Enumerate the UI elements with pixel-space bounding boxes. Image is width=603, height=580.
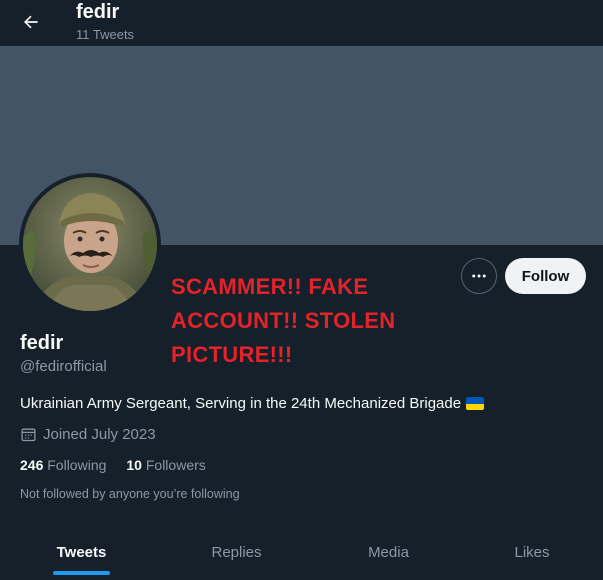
profile-handle: @fedirofficial (20, 358, 107, 375)
avatar-photo (23, 177, 157, 311)
avatar[interactable] (19, 173, 161, 315)
tab-replies[interactable]: Replies (163, 525, 310, 580)
followers-count: 10 (126, 457, 142, 473)
profile-name: fedir (20, 332, 64, 354)
arrow-left-icon (24, 15, 38, 29)
follow-stats: 246 Following 10 Followers (20, 457, 206, 473)
follow-button[interactable]: Follow (505, 258, 586, 294)
scam-warning-line-2: ACCOUNT!! STOLEN (171, 308, 396, 333)
profile-bio: Ukrainian Army Sergeant, Serving in the … (20, 395, 485, 412)
joined-date: Joined July 2023 (20, 426, 156, 443)
more-options-button[interactable] (461, 258, 497, 294)
followers-link[interactable]: 10 Followers (126, 457, 205, 473)
back-button[interactable] (14, 5, 48, 39)
ellipsis-icon (472, 274, 486, 278)
tab-media[interactable]: Media (310, 525, 467, 580)
ukraine-flag-icon (466, 397, 485, 410)
header-title: fedir (76, 1, 120, 23)
following-count: 246 (20, 457, 44, 473)
bio-text: Ukrainian Army Sergeant, Serving in the … (20, 395, 462, 412)
following-link[interactable]: 246 Following (20, 457, 106, 473)
following-label: Following (47, 457, 107, 473)
followers-label: Followers (145, 457, 206, 473)
not-followed-notice: Not followed by anyone you’re following (20, 487, 240, 501)
tab-likes[interactable]: Likes (467, 525, 597, 580)
calendar-icon (21, 428, 36, 442)
joined-text: Joined July 2023 (43, 426, 156, 443)
scam-warning-line-1: SCAMMER!! FAKE (171, 274, 369, 299)
active-tab-indicator (53, 571, 110, 575)
scam-warning-line-3: PICTURE!!! (171, 342, 293, 367)
tweet-count: 11 Tweets (76, 27, 135, 42)
top-bar: fedir 11 Tweets (0, 0, 603, 46)
